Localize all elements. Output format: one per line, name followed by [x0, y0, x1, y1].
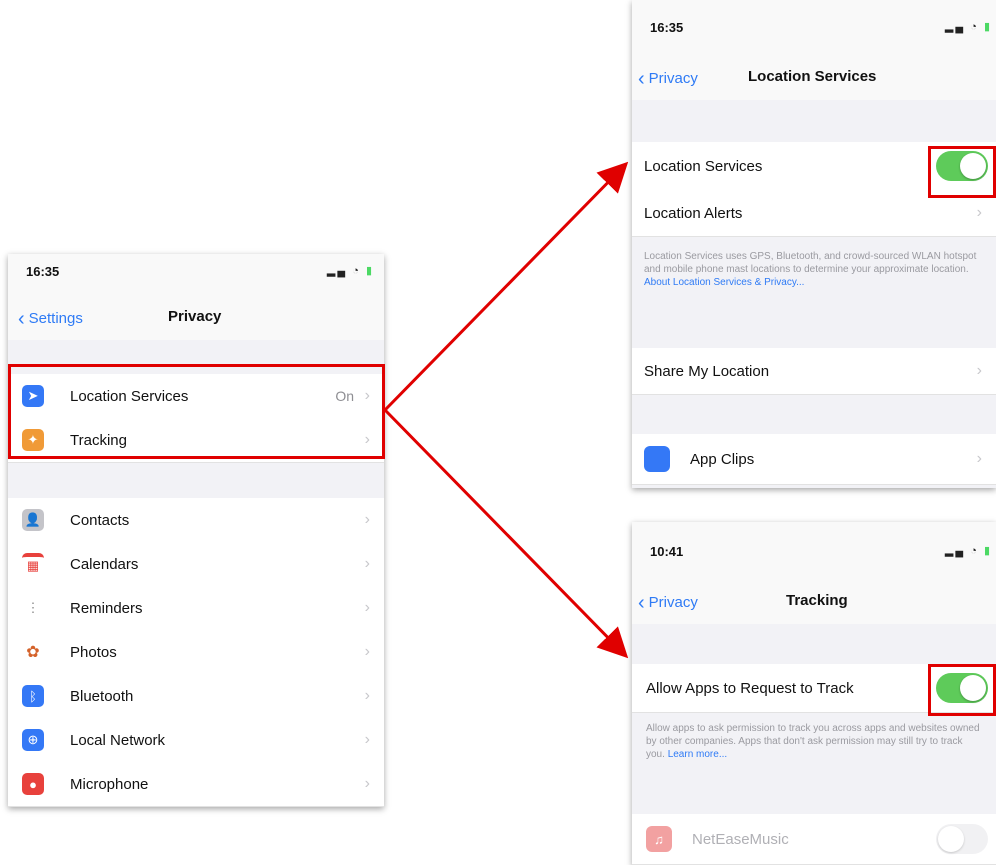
- arrow-to-tracking: [383, 408, 629, 659]
- list-item-reminders[interactable]: ⋮ Reminders ›: [8, 586, 384, 631]
- list-item-label: Reminders: [70, 599, 143, 617]
- privacy-screen: 16:35 ▂▄ ◔ ▮ ‹ Settings Privacy ➤ Locatio…: [8, 254, 384, 807]
- list-item-label: App Clips: [690, 450, 755, 468]
- location-footer-text: Location Services uses GPS, Bluetooth, a…: [644, 250, 990, 289]
- list-item-calendars[interactable]: ▦ Calendars ›: [8, 542, 384, 587]
- tracking-footer-text: Allow apps to ask permission to track yo…: [646, 722, 982, 761]
- chevron-right-icon: ›: [364, 511, 370, 528]
- microphone-icon: ●: [22, 773, 44, 795]
- nav-bar: ‹ Privacy Tracking: [632, 576, 996, 624]
- chevron-right-icon: ›: [976, 204, 982, 221]
- status-icons: ▂▄ ◔ ▮: [945, 544, 992, 557]
- list-item-microphone[interactable]: ● Microphone ›: [8, 762, 384, 807]
- netease-music-toggle[interactable]: [936, 824, 988, 854]
- battery-icon: ▮: [983, 21, 992, 33]
- list-item-label: Bluetooth: [70, 687, 134, 705]
- chevron-right-icon: ›: [364, 599, 370, 616]
- status-bar: 16:35 ▂▄ ◔ ▮: [8, 254, 384, 294]
- back-button[interactable]: ‹ Privacy: [638, 590, 698, 614]
- highlight-box-location-toggle: [928, 146, 996, 198]
- bluetooth-icon: ᛒ: [22, 685, 44, 707]
- signal-icon: ▂▄: [326, 265, 348, 277]
- list-item-photos[interactable]: ✿ Photos ›: [8, 630, 384, 675]
- chevron-left-icon: ‹: [638, 68, 645, 90]
- chevron-right-icon: ›: [364, 643, 370, 660]
- signal-icon: ▂▄: [944, 21, 966, 33]
- battery-icon: ▮: [365, 265, 374, 277]
- wifi-icon: ◔: [970, 21, 979, 33]
- chevron-right-icon: ›: [364, 555, 370, 572]
- wifi-icon: ◔: [352, 265, 361, 277]
- status-bar: 16:35 ▂▄ ◔ ▮: [632, 0, 996, 54]
- signal-icon: ▂▄: [944, 545, 966, 557]
- list-item-label: Share My Location: [644, 362, 770, 380]
- nav-bar: ‹ Settings Privacy: [8, 294, 384, 340]
- toggle-label: Location Services: [644, 157, 763, 175]
- status-bar: 10:41 ▂▄ ◔ ▮: [632, 522, 996, 576]
- page-title: Tracking: [786, 592, 848, 609]
- reminders-icon: ⋮: [22, 597, 44, 619]
- page-title: Location Services: [748, 68, 877, 85]
- status-time: 16:35: [650, 20, 684, 35]
- netease-music-row: ♫ NetEaseMusic: [632, 814, 996, 865]
- app-label: NetEaseMusic: [692, 830, 789, 848]
- chevron-left-icon: ‹: [18, 308, 25, 330]
- photos-icon: ✿: [22, 641, 44, 663]
- chevron-left-icon: ‹: [638, 592, 645, 614]
- nav-bar: ‹ Privacy Location Services: [632, 54, 996, 100]
- battery-icon: ▮: [983, 545, 992, 557]
- toggle-knob: [938, 826, 964, 852]
- list-item-local-network[interactable]: ⊕ Local Network ›: [8, 718, 384, 763]
- list-item-bluetooth[interactable]: ᛒ Bluetooth ›: [8, 674, 384, 719]
- list-item-label: Location Alerts: [644, 204, 743, 222]
- chevron-right-icon: ›: [976, 362, 982, 379]
- list-item-label: Photos: [70, 643, 117, 661]
- chevron-right-icon: ›: [364, 687, 370, 704]
- back-label: Privacy: [648, 70, 698, 87]
- status-icons: ▂▄ ◔ ▮: [945, 20, 992, 33]
- toggle-label: Allow Apps to Request to Track: [646, 679, 854, 697]
- footer-text: Location Services uses GPS, Bluetooth, a…: [644, 251, 977, 275]
- location-services-screen: 16:35 ▂▄ ◔ ▮ ‹ Privacy Location Services …: [632, 0, 996, 488]
- page-title: Privacy: [168, 308, 222, 325]
- back-button[interactable]: ‹ Settings: [18, 306, 83, 330]
- list-item-label: Local Network: [70, 731, 166, 749]
- status-time: 16:35: [26, 264, 60, 279]
- app-clips-icon: [644, 446, 670, 472]
- list-item-label: Microphone: [70, 775, 149, 793]
- list-item-contacts[interactable]: 👤 Contacts ›: [8, 498, 384, 543]
- learn-more-link[interactable]: Learn more...: [668, 749, 727, 760]
- back-label: Privacy: [648, 594, 698, 611]
- share-my-location-row[interactable]: Share My Location ›: [632, 348, 996, 395]
- calendar-icon: ▦: [22, 553, 44, 575]
- netease-music-icon: ♫: [646, 826, 672, 852]
- list-item-label: Contacts: [70, 511, 130, 529]
- status-icons: ▂▄ ◔ ▮: [327, 264, 374, 277]
- about-privacy-link[interactable]: About Location Services & Privacy...: [644, 277, 804, 288]
- status-time: 10:41: [650, 544, 684, 559]
- chevron-right-icon: ›: [976, 450, 982, 467]
- app-clips-row[interactable]: App Clips ›: [632, 434, 996, 485]
- contacts-icon: 👤: [22, 509, 44, 531]
- chevron-right-icon: ›: [364, 731, 370, 748]
- list-item-label: Calendars: [70, 555, 139, 573]
- arrow-to-location-services: [383, 161, 629, 412]
- highlight-box-privacy-group: [8, 364, 385, 459]
- highlight-box-tracking-toggle: [928, 664, 996, 716]
- network-icon: ⊕: [22, 729, 44, 751]
- back-label: Settings: [28, 310, 83, 327]
- back-button[interactable]: ‹ Privacy: [638, 66, 698, 90]
- chevron-right-icon: ›: [364, 775, 370, 792]
- wifi-icon: ◔: [970, 545, 979, 557]
